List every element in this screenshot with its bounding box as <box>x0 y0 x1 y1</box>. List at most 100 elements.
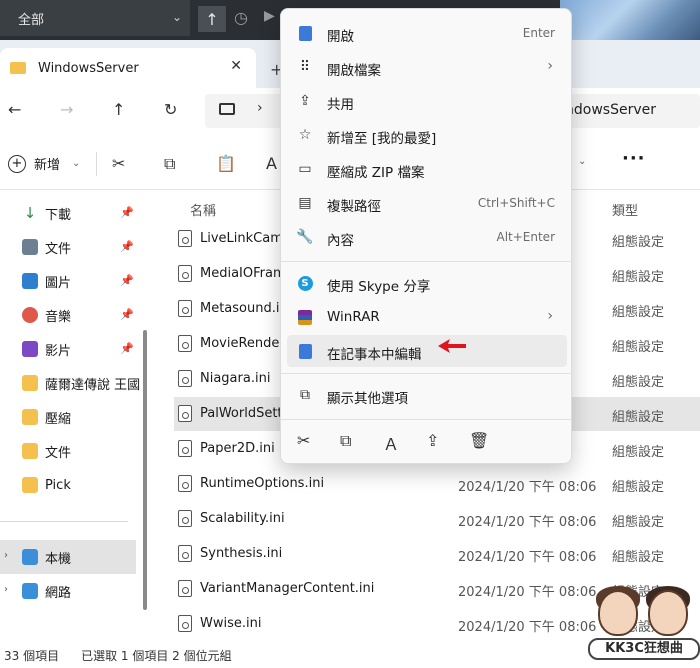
file-date: 2024/1/20 下午 08:06 <box>458 550 597 565</box>
rename-icon[interactable]: Ａ <box>383 431 399 455</box>
sidebar-item-pick[interactable]: Pick <box>0 468 140 502</box>
table-row[interactable]: RuntimeOptions.ini 2024/1/20 下午 08:06 組態… <box>174 467 700 501</box>
delete-icon[interactable]: 🗑 <box>469 431 489 450</box>
menu-item-edit-in-notepad[interactable]: 在記事本中編輯 <box>287 335 567 367</box>
file-name: MovieRende <box>200 336 280 351</box>
pin-icon[interactable]: 📌 <box>120 308 134 321</box>
file-type: 組態設定 <box>612 340 665 355</box>
menu-shortcut: Alt+Enter <box>496 230 555 244</box>
config-file-icon <box>178 300 192 317</box>
menu-item-label: 壓縮成 ZIP 檔案 <box>327 165 425 181</box>
search-scope-dropdown[interactable]: 全部 ⌄ <box>0 0 190 36</box>
chevron-right-icon: › <box>547 58 553 74</box>
notepad-icon <box>297 343 313 359</box>
file-type: 組態設定 <box>612 445 665 460</box>
refresh-icon[interactable]: ↻ <box>164 100 177 119</box>
close-icon[interactable]: ✕ <box>230 58 242 74</box>
cut-icon[interactable]: ✂ <box>297 431 310 450</box>
config-file-icon <box>178 475 192 492</box>
pin-icon[interactable]: 📌 <box>120 274 134 287</box>
sidebar-item-documents-folder[interactable]: 文件 <box>0 434 140 468</box>
chevron-down-icon[interactable]: ⌄ <box>578 156 586 167</box>
file-type: 組態設定 <box>612 375 665 390</box>
tab-windowsserver[interactable]: WindowsServer ✕ <box>0 48 256 88</box>
sidebar-item-label: 本機 <box>45 551 72 567</box>
menu-item-open[interactable]: 開啟 Enter <box>287 17 567 49</box>
file-name: Scalability.ini <box>200 511 285 526</box>
file-date: 2024/1/20 下午 08:06 <box>458 480 597 495</box>
sidebar-item-compress[interactable]: 壓縮 <box>0 400 140 434</box>
sidebar-item-zelda[interactable]: 薩爾達傳說 王國 <box>0 366 140 400</box>
file-name: Niagara.ini <box>200 371 271 386</box>
menu-item-label: 內容 <box>327 233 354 249</box>
up-arrow-icon[interactable]: ↑ <box>198 6 226 32</box>
table-row[interactable]: Scalability.ini 2024/1/20 下午 08:06 組態設定 <box>174 502 700 536</box>
zip-icon: ▭ <box>298 161 312 177</box>
file-type: 組態設定 <box>612 235 665 250</box>
watermark-face <box>598 590 638 636</box>
menu-shortcut: Ctrl+Shift+C <box>477 196 555 210</box>
forward-arrow-icon[interactable]: → <box>60 100 73 119</box>
rename-icon[interactable]: A <box>266 154 277 173</box>
sidebar-item-this-pc[interactable]: › 本機 <box>0 540 136 574</box>
menu-item-add-favorites[interactable]: ☆ 新增至 [我的最愛] <box>287 119 567 151</box>
divider <box>0 521 128 522</box>
file-type: 組態設定 <box>612 410 665 425</box>
scrollbar[interactable] <box>143 330 147 610</box>
star-icon: ☆ <box>298 127 312 143</box>
menu-divider <box>281 373 571 374</box>
menu-item-label: 在記事本中編輯 <box>327 347 422 363</box>
copy-icon[interactable]: ⧉ <box>164 154 175 174</box>
cut-icon[interactable]: ✂ <box>112 154 125 173</box>
menu-item-copy-path[interactable]: ▤ 複製路徑 Ctrl+Shift+C <box>287 187 567 219</box>
chevron-right-icon[interactable]: › <box>4 550 8 561</box>
download-icon: ↓ <box>23 204 37 222</box>
table-row[interactable]: Synthesis.ini 2024/1/20 下午 08:06 組態設定 <box>174 537 700 571</box>
sidebar-item-music[interactable]: 音樂 📌 <box>0 298 140 332</box>
divider <box>96 152 97 176</box>
menu-item-share[interactable]: ⇪ 共用 <box>287 85 567 117</box>
sidebar-item-network[interactable]: › 網路 <box>0 574 140 608</box>
config-file-icon <box>178 615 192 632</box>
copy-icon[interactable]: ⧉ <box>340 431 351 451</box>
pin-icon[interactable]: 📌 <box>120 342 134 355</box>
music-icon <box>22 307 38 323</box>
config-file-icon <box>178 440 192 457</box>
sidebar-item-videos[interactable]: 影片 📌 <box>0 332 140 366</box>
breadcrumb[interactable]: ndowsServer <box>565 102 656 118</box>
chevron-right-icon[interactable]: › <box>4 584 8 595</box>
column-header-type[interactable]: 類型 <box>612 200 638 219</box>
pin-icon[interactable]: 📌 <box>120 240 134 253</box>
column-header-name[interactable]: 名稱 <box>190 200 216 219</box>
watermark-face <box>648 590 688 636</box>
winrar-icon <box>297 309 313 325</box>
more-options-icon[interactable]: ··· <box>622 148 646 169</box>
menu-item-open-with[interactable]: ⠿ 開啟檔案 › <box>287 51 567 83</box>
menu-item-winrar[interactable]: WinRAR › <box>287 301 567 333</box>
back-arrow-icon[interactable]: ← <box>8 100 21 119</box>
pin-icon[interactable]: 📌 <box>120 206 134 219</box>
config-file-icon <box>178 265 192 282</box>
menu-item-compress-zip[interactable]: ▭ 壓縮成 ZIP 檔案 <box>287 153 567 185</box>
file-name: Metasound.ir <box>200 301 285 316</box>
sidebar-item-documents[interactable]: 文件 📌 <box>0 230 140 264</box>
new-button[interactable]: + 新增 ⌄ <box>8 154 80 173</box>
picture-icon <box>22 273 38 289</box>
share-icon[interactable]: ⇪ <box>426 431 439 450</box>
history-icon[interactable]: ◷ <box>234 8 248 27</box>
sidebar-item-downloads[interactable]: ↓ 下載 📌 <box>0 196 140 230</box>
sidebar-item-pictures[interactable]: 圖片 📌 <box>0 264 140 298</box>
quick-actions-row: ✂ ⧉ Ａ ⇪ 🗑 <box>281 429 571 457</box>
folder-icon <box>22 477 38 493</box>
search-scope-label: 全部 <box>18 12 45 28</box>
notepad-icon <box>297 25 313 41</box>
share-icon: ⇪ <box>299 93 311 109</box>
menu-item-properties[interactable]: 🔧 內容 Alt+Enter <box>287 221 567 253</box>
up-arrow-icon[interactable]: ↑ <box>112 100 125 119</box>
copy-path-icon: ▤ <box>298 195 312 211</box>
play-icon[interactable]: ▶ <box>264 8 275 24</box>
paste-icon[interactable]: 📋 <box>216 154 236 173</box>
menu-item-skype-share[interactable]: S 使用 Skype 分享 <box>287 267 567 299</box>
chevron-right-icon[interactable]: › <box>257 100 263 116</box>
menu-item-show-more-options[interactable]: ⧉ 顯示其他選項 <box>287 379 567 411</box>
